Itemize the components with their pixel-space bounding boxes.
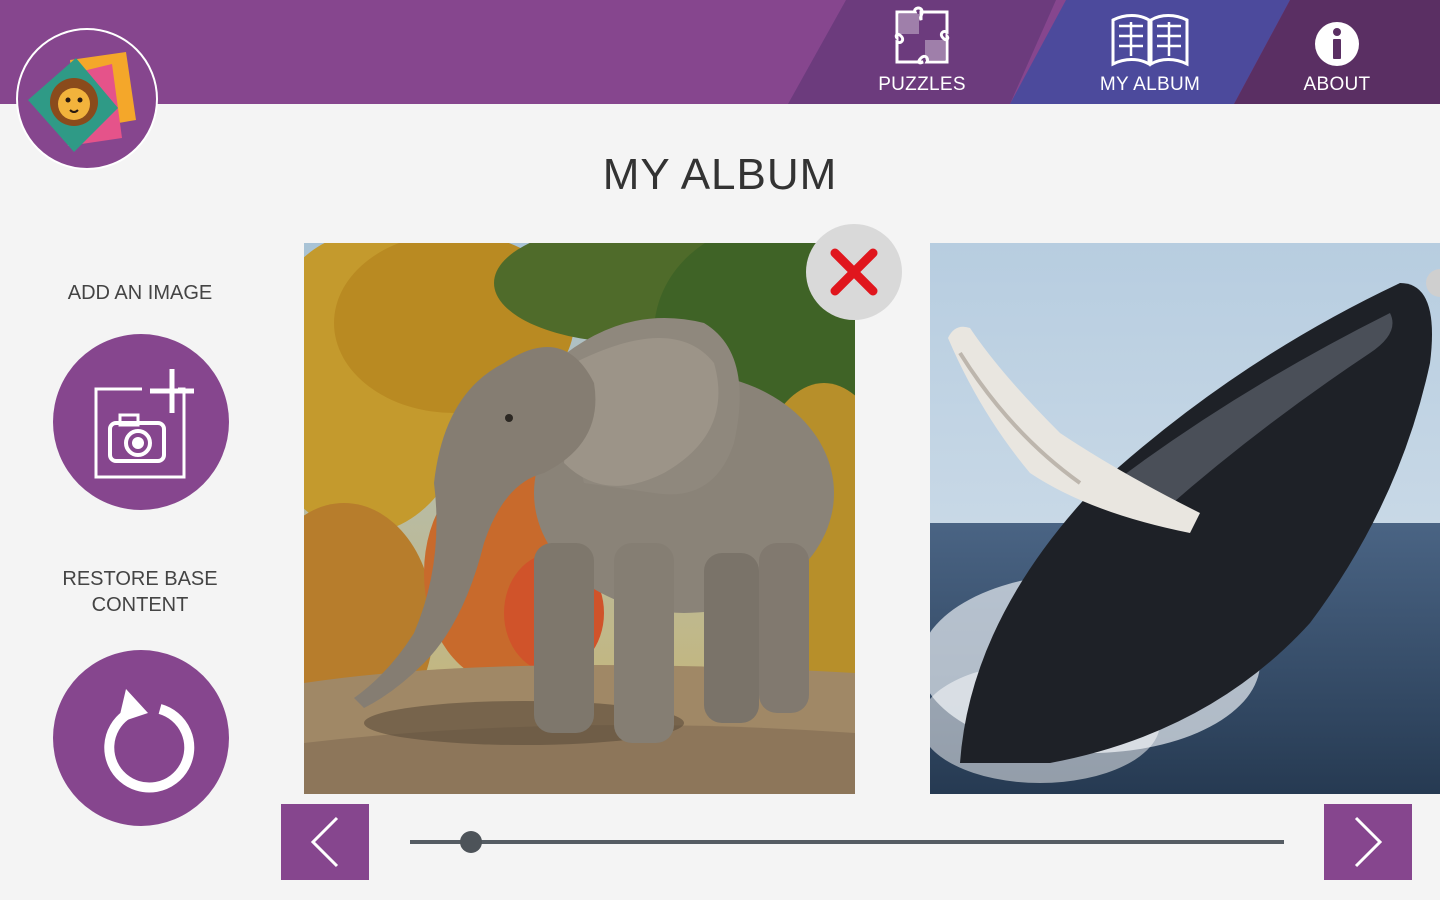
album-photo-elephant[interactable] (304, 243, 855, 794)
album-photo-whale[interactable] (930, 243, 1440, 794)
restore-icon (104, 689, 195, 793)
tab-about-label: ABOUT (1303, 74, 1371, 95)
delete-photo-button[interactable] (806, 224, 902, 320)
chevron-right-icon (1354, 816, 1383, 868)
puzzle-icon (891, 6, 953, 68)
tab-puzzles-label: PUZZLES (878, 74, 966, 95)
tab-my-album-label: MY ALBUM (1099, 74, 1201, 95)
next-button[interactable] (1324, 804, 1412, 880)
previous-button[interactable] (281, 804, 369, 880)
restore-label-line1: RESTORE BASE (62, 568, 218, 590)
album-slider-track[interactable] (410, 840, 1284, 844)
add-image-label: ADD AN IMAGE (67, 282, 213, 304)
lion-puzzle-logo[interactable] (16, 28, 158, 170)
add-image-button[interactable] (53, 334, 229, 510)
page-title: MY ALBUM (602, 150, 838, 199)
restore-label-line2: CONTENT (91, 594, 189, 616)
restore-button[interactable] (53, 650, 229, 826)
restore-label: RESTORE BASE CONTENT (40, 566, 240, 618)
close-icon (830, 248, 878, 296)
book-icon (1109, 12, 1191, 68)
info-icon (1315, 22, 1359, 66)
lion-puzzle-logo-graphic (28, 52, 136, 152)
chevron-left-icon (310, 816, 339, 868)
whale-photo (930, 243, 1440, 794)
elephant-photo (304, 243, 855, 794)
add-photo-icon (94, 369, 194, 479)
album-slider-thumb[interactable] (460, 831, 483, 853)
